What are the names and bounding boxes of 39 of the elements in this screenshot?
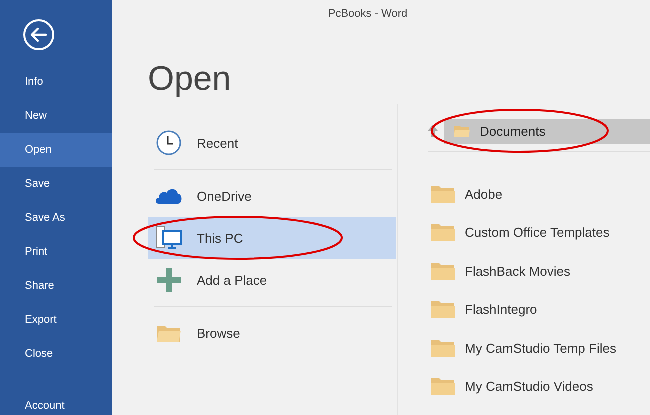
- sidebar-item[interactable]: Save As: [0, 201, 112, 235]
- sidebar-item[interactable]: Export: [0, 303, 112, 337]
- folder-item[interactable]: Custom Office Templates: [428, 214, 650, 252]
- folder-icon: [431, 300, 455, 320]
- back-button[interactable]: [23, 19, 55, 51]
- place-item[interactable]: Browse: [148, 312, 396, 354]
- up-arrow-icon[interactable]: [428, 125, 438, 137]
- folder-icon: [454, 124, 470, 138]
- window-title: PcBooks - Word: [327, 7, 409, 20]
- folder-icon: [155, 323, 183, 343]
- folder-item[interactable]: FlashIntegro: [428, 290, 650, 329]
- folder-item[interactable]: Adobe: [428, 175, 650, 214]
- clock-icon: [155, 130, 183, 156]
- sidebar-item[interactable]: Print: [0, 235, 112, 269]
- sidebar-item[interactable]: New: [0, 99, 112, 133]
- cloud-icon: [155, 187, 183, 205]
- folder-icon: [431, 377, 455, 396]
- sidebar-item[interactable]: Close: [0, 337, 112, 371]
- sidebar-item[interactable]: Info: [0, 65, 112, 99]
- folder-item[interactable]: My CamStudio Videos: [428, 368, 650, 406]
- computer-icon: [155, 226, 183, 250]
- breadcrumb-label: Documents: [480, 124, 546, 138]
- place-item[interactable]: This PC: [148, 217, 396, 259]
- folder-item[interactable]: My CamStudio Temp Files: [428, 329, 650, 368]
- folder-icon: [431, 262, 455, 281]
- folder-icon: [431, 223, 455, 242]
- place-item[interactable]: Add a Place: [148, 259, 396, 301]
- folder-icon: [431, 338, 455, 358]
- sidebar-item[interactable]: Save: [0, 167, 112, 201]
- folder-item[interactable]: FlashBack Movies: [428, 252, 650, 290]
- page-title: Open: [148, 60, 232, 100]
- plus-icon: [155, 268, 183, 292]
- place-item[interactable]: Recent: [148, 122, 396, 164]
- sidebar-item[interactable]: Share: [0, 269, 112, 303]
- place-item[interactable]: OneDrive: [148, 175, 396, 217]
- sidebar-item[interactable]: Open: [0, 133, 112, 167]
- breadcrumb-bar[interactable]: Documents: [444, 118, 650, 144]
- sidebar-item[interactable]: Account: [0, 389, 112, 415]
- folder-icon: [431, 184, 455, 204]
